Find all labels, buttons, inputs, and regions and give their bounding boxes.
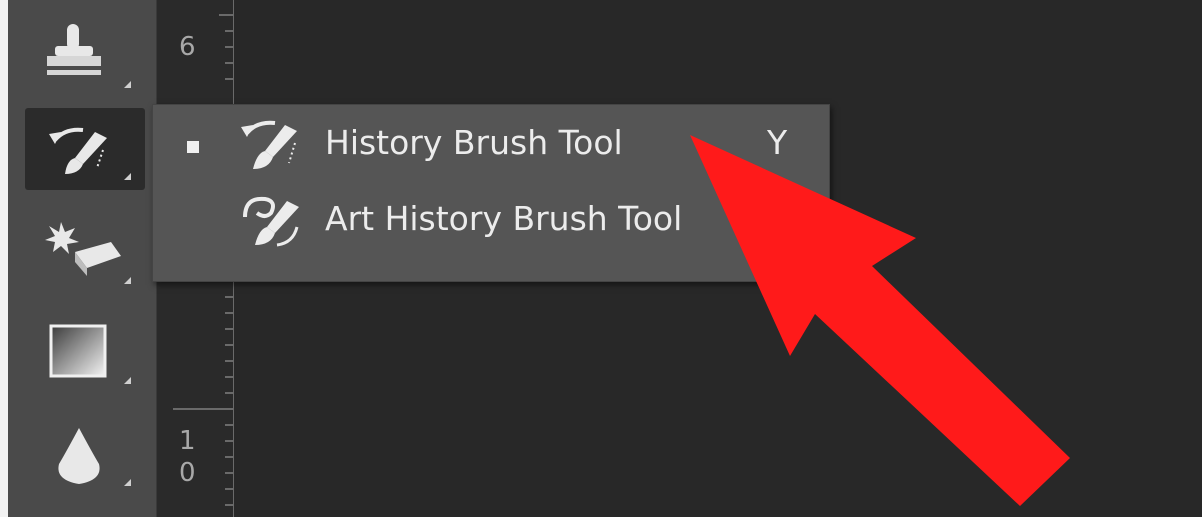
ruler-label: 6 — [179, 32, 196, 62]
history-brush-icon — [241, 120, 297, 169]
gradient-tool[interactable] — [25, 312, 145, 394]
ruler-tick — [225, 376, 233, 378]
menu-item-art-history-brush[interactable]: Art History Brush Tool — [153, 185, 829, 257]
ruler-tick — [225, 78, 233, 80]
blur-tool[interactable] — [25, 414, 145, 496]
ruler-tick — [225, 424, 233, 426]
ruler-tick — [225, 296, 233, 298]
ruler-tick — [225, 30, 233, 32]
ruler-label: 0 — [179, 458, 196, 488]
flyout-indicator-icon — [124, 81, 131, 88]
ruler-tick — [225, 328, 233, 330]
flyout-indicator-icon — [124, 277, 131, 284]
ruler-tick — [225, 504, 233, 506]
flyout-indicator-icon — [124, 479, 131, 486]
ruler-tick — [219, 14, 233, 16]
ruler-tick — [225, 46, 233, 48]
history-brush-tool[interactable] — [25, 108, 145, 190]
flyout-indicator-icon — [124, 173, 131, 180]
ruler-tick — [225, 360, 233, 362]
art-history-brush-icon — [243, 196, 299, 247]
ruler-tick — [225, 344, 233, 346]
ruler-label: 1 — [179, 426, 196, 456]
ruler-tick — [225, 62, 233, 64]
clone-stamp-tool[interactable] — [25, 16, 145, 98]
menu-item-shortcut: Y — [767, 123, 788, 162]
flyout-indicator-icon — [124, 377, 131, 384]
window-edge — [0, 0, 8, 517]
selected-bullet-icon — [187, 141, 199, 153]
menu-item-history-brush[interactable]: History Brush Tool Y — [153, 109, 829, 181]
ruler-tick — [225, 392, 233, 394]
ruler-tick — [173, 408, 233, 410]
ruler-tick — [225, 488, 233, 490]
eraser-tool[interactable] — [25, 212, 145, 294]
ruler-tick — [225, 440, 233, 442]
ruler-tick — [225, 312, 233, 314]
menu-item-label: History Brush Tool — [325, 123, 623, 162]
tool-flyout-menu: History Brush Tool Y Art History Brush T… — [152, 104, 830, 282]
ruler-tick — [225, 456, 233, 458]
ruler-tick — [225, 472, 233, 474]
tools-panel — [8, 0, 157, 517]
menu-item-label: Art History Brush Tool — [325, 199, 683, 238]
